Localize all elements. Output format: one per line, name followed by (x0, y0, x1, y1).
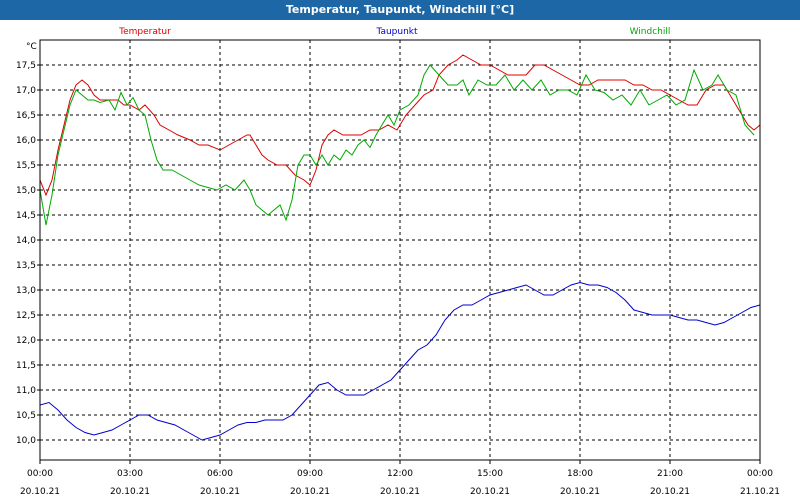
x-tick-date-label: 20.10.21 (20, 487, 60, 497)
y-tick-label: 11,5 (16, 361, 36, 371)
y-tick-label: 15,0 (16, 186, 36, 196)
x-tick-time-label: 00:00 (747, 469, 773, 479)
x-tick-time-label: 00:00 (27, 469, 53, 479)
legend-item-windchill: Windchill (630, 27, 671, 37)
x-tick-date-label: 21.10.21 (740, 487, 780, 497)
y-tick-label: 17,0 (16, 86, 36, 96)
x-tick-time-label: 15:00 (477, 469, 503, 479)
y-tick-label: 15,5 (16, 161, 36, 171)
y-axis-unit: °C (26, 42, 37, 52)
y-tick-label: 12,0 (16, 336, 36, 346)
x-tick-time-label: 21:00 (657, 469, 683, 479)
x-tick-date-label: 20.10.21 (560, 487, 600, 497)
y-tick-label: 11,0 (16, 386, 36, 396)
legend: Temperatur Taupunkt Windchill (118, 27, 670, 37)
y-tick-label: 14,5 (16, 211, 36, 221)
x-tick-date-label: 20.10.21 (290, 487, 330, 497)
line-chart: 10,0 10,5 11,0 11,5 12,0 12,5 13,0 13,5 14,0 14,5… (16, 27, 780, 497)
legend-item-temperatur: Temperatur (118, 27, 171, 37)
x-axis: 00:00 20.10.21 03:00 20.10.21 06:00 20.10.21 0… (20, 460, 780, 497)
x-tick-time-label: 18:00 (567, 469, 593, 479)
y-tick-label: 13,5 (16, 261, 36, 271)
series-line-windchill (40, 64, 755, 226)
x-tick-date-label: 20.10.21 (380, 487, 420, 497)
y-tick-label: 10,5 (16, 411, 36, 421)
x-tick-time-label: 09:00 (297, 469, 323, 479)
x-tick-time-label: 06:00 (207, 469, 233, 479)
x-tick-time-label: 12:00 (387, 469, 413, 479)
y-tick-label: 12,5 (16, 311, 36, 321)
x-tick-date-label: 20.10.21 (110, 487, 150, 497)
x-tick-date-label: 20.10.21 (470, 487, 510, 497)
x-tick-date-label: 20.10.21 (200, 487, 240, 497)
y-axis: 10,0 10,5 11,0 11,5 12,0 12,5 13,0 13,5 14,0 14,5… (16, 61, 40, 446)
y-tick-label: 13,0 (16, 286, 36, 296)
chart-window: Temperatur, Taupunkt, Windchill [°C] 10,… (0, 0, 800, 500)
y-tick-label: 14,0 (16, 236, 36, 246)
y-tick-label: 10,0 (16, 436, 36, 446)
x-tick-date-label: 20.10.21 (650, 487, 690, 497)
legend-item-taupunkt: Taupunkt (375, 27, 418, 37)
x-tick-time-label: 03:00 (117, 469, 143, 479)
y-tick-label: 17,5 (16, 61, 36, 71)
y-tick-label: 16,5 (16, 111, 36, 121)
y-tick-label: 16,0 (16, 136, 36, 146)
